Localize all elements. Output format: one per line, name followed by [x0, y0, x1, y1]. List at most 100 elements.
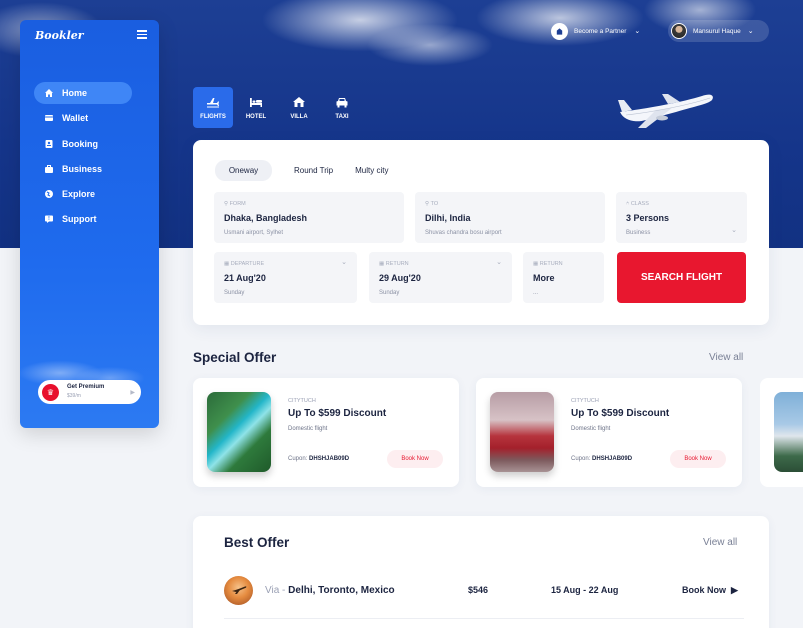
sidebar: Bookler Home Wallet Booking Business Exp…: [20, 20, 159, 428]
coupon-code: DHSHJAB09D: [309, 456, 350, 462]
sidebar-item-booking[interactable]: Booking: [34, 133, 132, 155]
sidebar-item-label: Explore: [62, 189, 96, 200]
via-prefix: Via -: [265, 584, 289, 596]
sidebar-item-business[interactable]: Business: [34, 158, 132, 180]
sidebar-item-home[interactable]: Home: [34, 82, 132, 104]
booking-icon: [44, 139, 54, 149]
avatar: [671, 23, 687, 39]
book-now-button[interactable]: Book Now: [670, 450, 726, 468]
special-offer-view-all-link[interactable]: View all: [709, 352, 743, 363]
get-premium-button[interactable]: ♛ Get Premium $39/m ▶: [38, 380, 141, 404]
tab-flights[interactable]: FLIGHTS: [193, 87, 233, 128]
trip-tab-oneway[interactable]: Oneway: [215, 160, 272, 181]
book-now-link[interactable]: Book Now ▶: [682, 585, 738, 596]
search-flight-button[interactable]: SEARCH FLIGHT: [617, 252, 746, 303]
chevron-down-icon: ⌄: [747, 28, 754, 35]
bed-icon: [250, 97, 262, 107]
offer-card[interactable]: CITYTUCH Up To $599 Discount Domestic fl…: [476, 378, 742, 487]
from-field[interactable]: ⚲ FORM Dhaka, Bangladesh Usmani airport,…: [214, 192, 404, 243]
offer-card[interactable]: CITYTUCH Up To $599 Discount Domestic fl…: [193, 378, 459, 487]
book-now-button[interactable]: Book Now: [387, 450, 443, 468]
sidebar-item-wallet[interactable]: Wallet: [34, 107, 132, 129]
to-field[interactable]: ⚲ TO Dilhi, India Shuvas chandra bosu ai…: [415, 192, 605, 243]
class-field[interactable]: ⑃ CLASS 3 Persons Business ⌄: [616, 192, 747, 243]
offer-coupon: Cupon: DHSHJAB09D: [288, 456, 350, 462]
departure-field[interactable]: ▦ DEPARTURE 21 Aug'20 Sunday ⌄: [214, 252, 357, 303]
from-value: Dhaka, Bangladesh: [224, 213, 308, 223]
sidebar-item-explore[interactable]: Explore: [34, 183, 132, 205]
offer-brand: CITYTUCH: [288, 398, 316, 404]
class-label: CLASS: [630, 201, 649, 207]
offer-title: Up To $599 Discount: [571, 408, 670, 419]
arrow-right-icon: ▶: [130, 389, 135, 396]
return-field[interactable]: ▦ RETURN 29 Aug'20 Sunday ⌄: [369, 252, 512, 303]
more-label: RETURN: [539, 261, 563, 267]
tab-label: VILLA: [290, 113, 308, 120]
offer-card-partial[interactable]: [760, 378, 803, 487]
more-field[interactable]: ▦ RETURN More ...: [523, 252, 604, 303]
return-day: Sunday: [379, 290, 400, 296]
to-value: Dilhi, India: [425, 213, 471, 223]
become-partner-menu[interactable]: Become a Partner ⌄: [551, 22, 640, 40]
tab-label: HOTEL: [245, 113, 267, 120]
price: $546: [468, 585, 489, 595]
offer-coupon: Cupon: DHSHJAB09D: [571, 456, 633, 462]
premium-badge-icon: ♛: [42, 383, 59, 401]
sidebar-nav: Home Wallet Booking Business Explore ! S…: [34, 82, 132, 234]
tab-label: FLIGHTS: [200, 113, 226, 120]
date-range: 15 Aug - 22 Aug: [551, 585, 619, 595]
store-icon: [551, 22, 568, 40]
briefcase-icon: [44, 164, 54, 174]
menu-icon[interactable]: [137, 30, 147, 39]
play-arrow-icon: ▶: [731, 584, 738, 595]
class-type: Business: [626, 230, 651, 236]
sidebar-item-label: Business: [62, 163, 103, 174]
return-label: RETURN: [385, 261, 409, 267]
user-name: Mansurul Haque: [693, 27, 741, 35]
sidebar-item-label: Support: [62, 214, 97, 225]
calendar-icon: ▦: [379, 261, 386, 267]
house-icon: [293, 96, 305, 107]
premium-price: $39/m: [67, 393, 81, 399]
plane-icon: [207, 97, 219, 107]
sidebar-item-label: Home: [62, 88, 88, 98]
chevron-down-icon: ⌄: [731, 227, 737, 234]
more-value: More: [533, 273, 555, 283]
offer-image-castle: [774, 392, 803, 472]
become-partner-label: Become a Partner: [574, 27, 627, 35]
offer-title: Up To $599 Discount: [288, 408, 387, 419]
sidebar-item-label: Wallet: [62, 113, 89, 124]
best-offer-view-all-link[interactable]: View all: [703, 537, 737, 548]
trip-type-tabs: Oneway Round Trip Multy city: [215, 160, 410, 181]
best-offer-card: Best Offer View all Via - Delhi, Toronto…: [193, 516, 769, 628]
special-offer-title: Special Offer: [193, 350, 277, 365]
sidebar-item-support[interactable]: ! Support: [34, 208, 132, 230]
chevron-down-icon: ⌄: [341, 259, 347, 266]
tab-taxi[interactable]: TAXI: [322, 87, 362, 128]
departure-value: 21 Aug'20: [224, 273, 266, 283]
divider: [224, 618, 744, 619]
sidebar-item-label: Booking: [62, 138, 98, 149]
trip-tab-round-trip[interactable]: Round Trip: [294, 166, 333, 175]
offer-desc: Domestic flight: [571, 426, 611, 432]
to-label: TO: [430, 201, 439, 207]
flight-thumbnail: [224, 575, 253, 605]
logo[interactable]: Bookler: [35, 29, 84, 42]
route: Delhi, Toronto, Mexico: [288, 584, 395, 596]
premium-title: Get Premium: [67, 384, 105, 390]
offer-image-beach: [207, 392, 271, 472]
user-menu[interactable]: Mansurul Haque ⌄: [668, 20, 769, 42]
class-value: 3 Persons: [626, 213, 670, 223]
offer-desc: Domestic flight: [288, 426, 328, 432]
departure-day: Sunday: [224, 290, 245, 296]
car-icon: [336, 97, 348, 107]
airplane-image: [618, 94, 713, 128]
to-airport: Shuvas chandra bosu airport: [425, 230, 502, 236]
best-offer-row[interactable]: Via - Delhi, Toronto, Mexico $546 15 Aug…: [224, 575, 744, 605]
departure-label: DEPARTURE: [230, 261, 265, 267]
offer-image-city: [490, 392, 554, 472]
category-tabs: FLIGHTS HOTEL VILLA TAXI: [193, 87, 365, 128]
tab-villa[interactable]: VILLA: [279, 87, 319, 128]
trip-tab-multi-city[interactable]: Multy city: [355, 166, 388, 175]
tab-hotel[interactable]: HOTEL: [236, 87, 276, 128]
